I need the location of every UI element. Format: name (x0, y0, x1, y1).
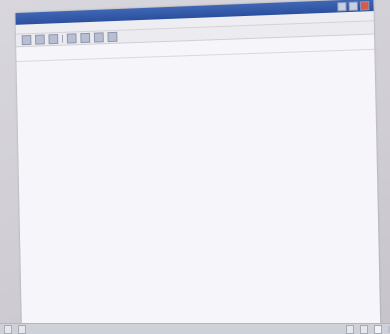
delete-icon[interactable] (80, 32, 91, 44)
taskbar-item[interactable] (346, 324, 354, 334)
message-line (28, 62, 362, 73)
header-label (26, 56, 55, 57)
forwarded-line (28, 62, 362, 73)
reply-icon[interactable] (21, 35, 32, 46)
header-label (26, 52, 55, 53)
message-line (28, 62, 362, 73)
footer-line (28, 62, 362, 73)
maximize-button[interactable] (348, 0, 359, 11)
message-line (28, 62, 362, 73)
message-line (28, 62, 362, 73)
email-window (15, 0, 381, 329)
header-label (26, 54, 55, 55)
minimize-button[interactable] (337, 1, 347, 11)
close-button[interactable] (359, 0, 370, 11)
monitor-bezel (0, 0, 390, 334)
footer-line (28, 62, 362, 73)
taskbar-item[interactable] (360, 324, 368, 334)
reply-all-icon[interactable] (35, 34, 45, 45)
forwarded-header (28, 62, 362, 73)
toolbar-separator (61, 34, 64, 43)
start-button[interactable] (4, 324, 12, 334)
footer-line (28, 62, 362, 73)
message-line (28, 62, 362, 73)
window-controls (337, 0, 370, 11)
message-line (28, 62, 362, 73)
taskbar (0, 323, 390, 334)
forward-icon[interactable] (48, 34, 59, 45)
forwarded-line (28, 62, 362, 73)
taskbar-item-active[interactable] (374, 324, 382, 334)
message-text (28, 62, 362, 73)
taskbar-item[interactable] (18, 324, 26, 334)
signature-block (28, 62, 362, 73)
signature-line (28, 62, 362, 73)
message-line (28, 62, 362, 73)
print-icon[interactable] (66, 33, 77, 44)
previous-icon[interactable] (93, 32, 104, 43)
next-icon[interactable] (107, 31, 118, 43)
signature-line (28, 62, 362, 73)
disclaimer-footer (28, 62, 362, 73)
message-line (28, 62, 362, 73)
message-line (28, 62, 362, 73)
forwarded-line (28, 62, 362, 73)
